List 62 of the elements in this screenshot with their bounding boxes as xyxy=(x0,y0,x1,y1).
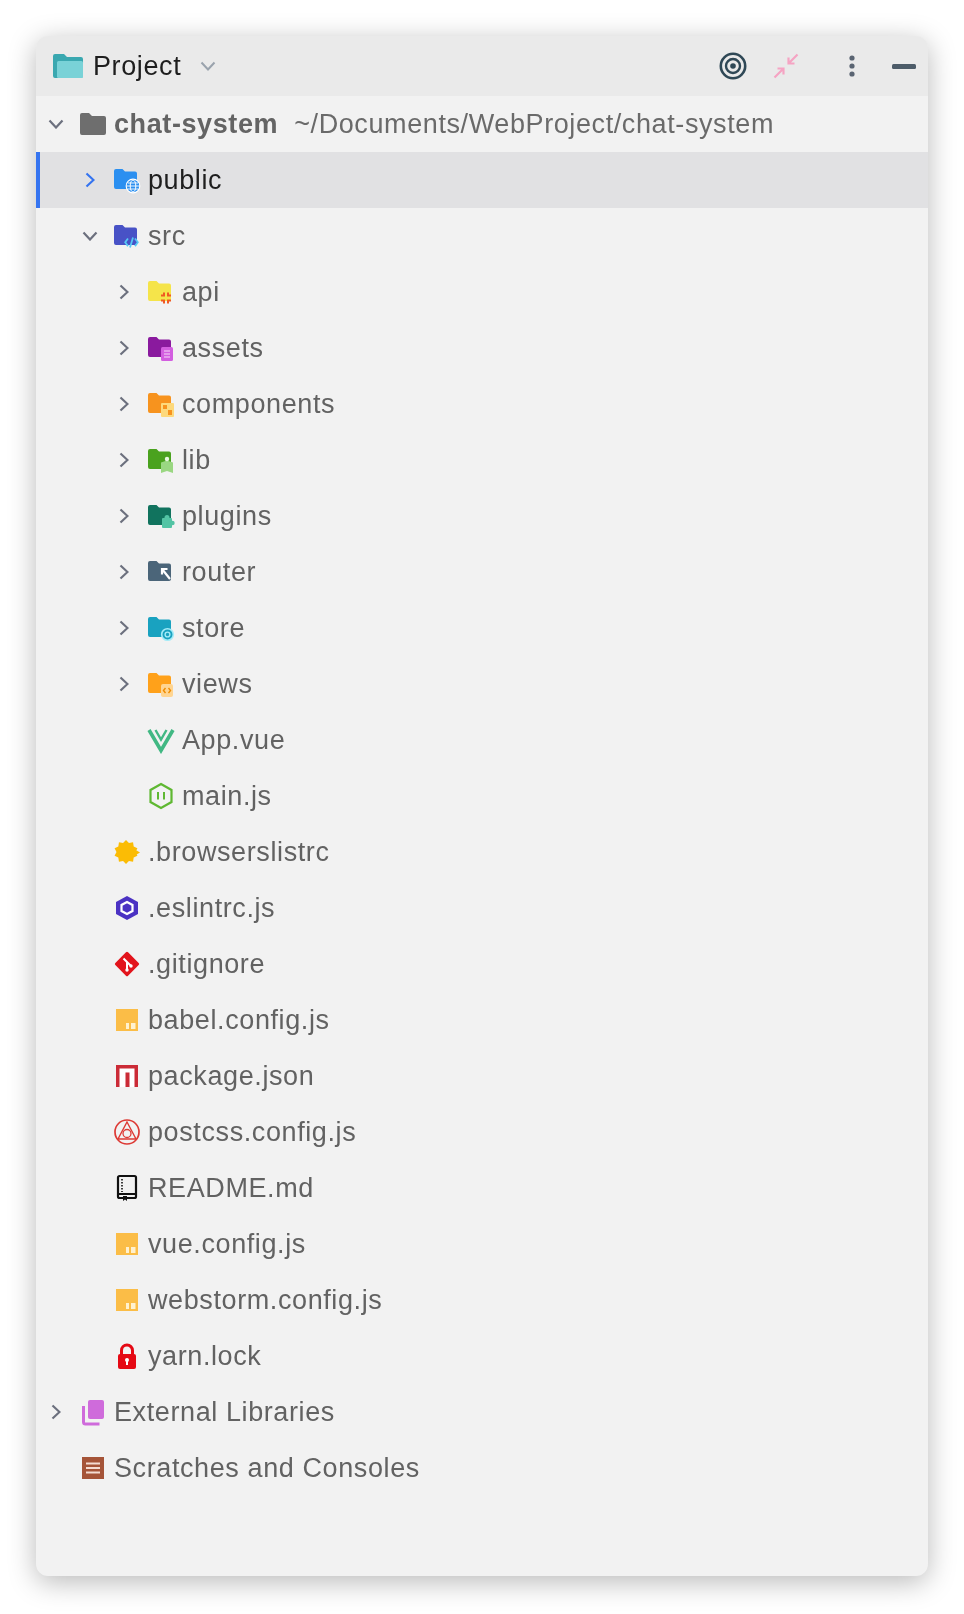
chevron-down-icon[interactable] xyxy=(48,119,64,129)
tree-item[interactable]: views xyxy=(36,656,928,712)
chevron-right-icon[interactable] xyxy=(119,452,129,468)
tree-item[interactable]: vue.config.js xyxy=(36,1216,928,1272)
book-folder-icon xyxy=(147,446,175,474)
tree-item[interactable]: package.json xyxy=(36,1048,928,1104)
document-folder-icon xyxy=(147,334,175,362)
chevron-right-icon[interactable] xyxy=(119,396,129,412)
code-folder-icon xyxy=(147,670,175,698)
minimize-icon[interactable] xyxy=(892,63,916,69)
list-sheet-icon xyxy=(79,1454,107,1482)
chevron-right-icon[interactable] xyxy=(119,564,129,580)
tree-item[interactable]: router xyxy=(36,544,928,600)
chevron-right-icon[interactable] xyxy=(119,620,129,636)
tree-item[interactable]: External Libraries xyxy=(36,1384,928,1440)
tree-item[interactable]: chat-system ~/Documents/WebProject/chat-system xyxy=(36,96,928,152)
tree-item[interactable]: api xyxy=(36,264,928,320)
script-file-icon xyxy=(113,1006,141,1034)
tree-item[interactable]: webstorm.config.js xyxy=(36,1272,928,1328)
tree-item[interactable]: postcss.config.js xyxy=(36,1104,928,1160)
tree-item[interactable]: plugins xyxy=(36,488,928,544)
puzzle-folder-icon xyxy=(147,502,175,530)
target-icon[interactable] xyxy=(719,52,747,80)
square-frame-icon xyxy=(113,1062,141,1090)
script-file-icon xyxy=(113,1230,141,1258)
chevron-right-icon[interactable] xyxy=(119,508,129,524)
globe-folder-icon xyxy=(113,166,141,194)
chevron-right-icon[interactable] xyxy=(119,676,129,692)
v-shape-icon xyxy=(147,726,175,754)
tree-item[interactable]: .browserslistrc xyxy=(36,824,928,880)
chevron-right-icon[interactable] xyxy=(119,340,129,356)
tree-item[interactable]: .gitignore xyxy=(36,936,928,992)
hexagon-icon xyxy=(147,782,175,810)
tree-item[interactable]: Scratches and Consoles xyxy=(36,1440,928,1496)
ring-folder-icon xyxy=(147,614,175,642)
tree-item[interactable]: assets xyxy=(36,320,928,376)
splat-icon xyxy=(113,838,141,866)
chevron-right-icon[interactable] xyxy=(51,1404,61,1420)
books-icon xyxy=(79,1398,107,1426)
hexagon-ring-icon xyxy=(113,894,141,922)
folder-icon xyxy=(79,110,107,138)
tree-item[interactable]: src xyxy=(36,208,928,264)
folder-icon xyxy=(52,52,84,80)
chevron-down-icon[interactable] xyxy=(82,231,98,241)
tree-item[interactable]: lib xyxy=(36,432,928,488)
tree-item[interactable]: main.js xyxy=(36,768,928,824)
panel-title[interactable]: Project xyxy=(93,50,182,82)
grid-folder-icon xyxy=(147,390,175,418)
tree-item[interactable]: README.md xyxy=(36,1160,928,1216)
tree-item[interactable]: .eslintrc.js xyxy=(36,880,928,936)
chevron-right-icon[interactable] xyxy=(119,284,129,300)
path-label: ~/Documents/WebProject/chat-system xyxy=(294,108,774,140)
tree-item[interactable]: App.vue xyxy=(36,712,928,768)
more-options-icon[interactable] xyxy=(849,55,855,77)
tree-item[interactable]: store xyxy=(36,600,928,656)
tree-item[interactable]: components xyxy=(36,376,928,432)
code-folder-icon xyxy=(113,222,141,250)
tree-item[interactable]: babel.config.js xyxy=(36,992,928,1048)
tree-item[interactable]: public xyxy=(36,152,928,208)
script-file-icon xyxy=(113,1286,141,1314)
tree-item[interactable]: yarn.lock xyxy=(36,1328,928,1384)
chevron-right-icon[interactable] xyxy=(85,172,95,188)
